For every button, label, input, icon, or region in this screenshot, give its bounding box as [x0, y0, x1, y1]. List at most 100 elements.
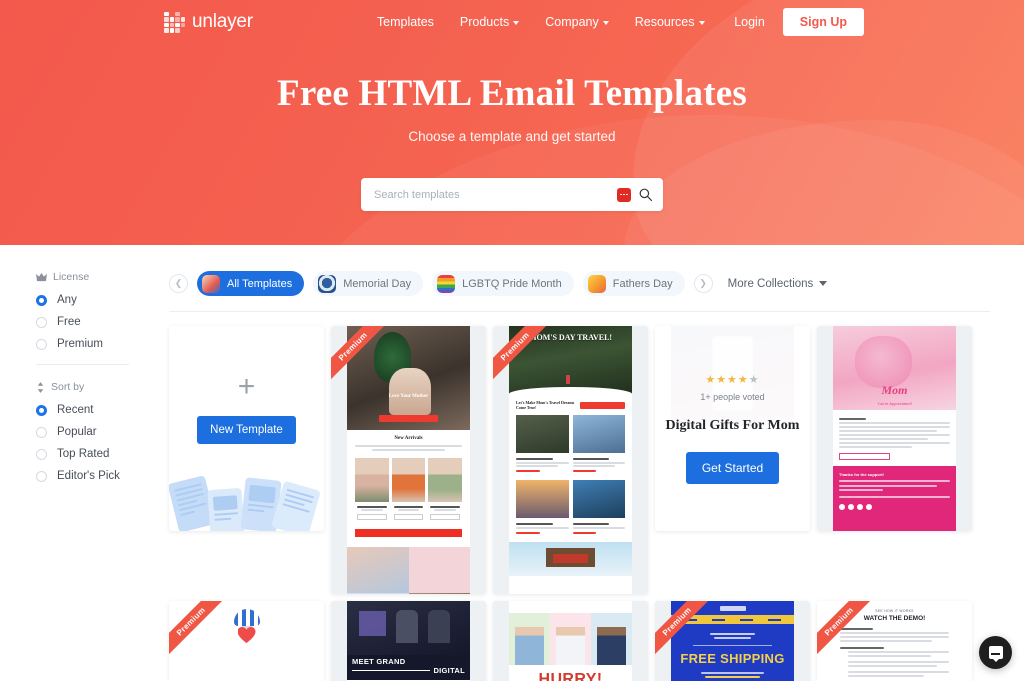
- chevron-right-icon[interactable]: ❯: [693, 274, 713, 293]
- chevron-down-icon: [602, 21, 609, 25]
- license-option-any-label: Any: [57, 294, 77, 306]
- collection-chip-label: LGBTQ Pride Month: [462, 277, 562, 290]
- radio-indicator[interactable]: [36, 338, 47, 350]
- template-thumbnail: Mom You're Appreciated! Thanks for the s…: [833, 326, 956, 531]
- template-thumbnail: MEET GRAND DIGITAL CONFERENCE: [347, 601, 470, 681]
- nav-item-products[interactable]: Products: [459, 15, 520, 29]
- nav-actions: Login Sign Up: [734, 8, 864, 36]
- template-preview: MOM'S DAY TRAVEL! Let's Make Mom's Trave…: [509, 326, 632, 594]
- pride-month-icon: [437, 274, 456, 293]
- collection-chip-lgbtq-pride-month[interactable]: LGBTQ Pride Month: [432, 271, 574, 296]
- collection-chip-all-templates[interactable]: All Templates: [197, 271, 305, 296]
- login-link[interactable]: Login: [734, 15, 765, 29]
- template-preview: MEET GRAND DIGITAL CONFERENCE: [347, 601, 470, 681]
- radio-indicator[interactable]: [36, 448, 47, 460]
- chevron-left-icon[interactable]: ❮: [169, 274, 188, 293]
- sort-option-recent-label: Recent: [57, 404, 94, 416]
- nav-item-company[interactable]: Company: [545, 15, 609, 29]
- new-template-card[interactable]: + New Template: [169, 326, 324, 531]
- chat-widget-button[interactable]: [979, 636, 1012, 669]
- nav-item-company-label: Company: [545, 15, 599, 29]
- collection-chip-label: Fathers Day: [612, 277, 673, 290]
- collection-chip-memorial-day[interactable]: Memorial Day: [313, 271, 424, 296]
- template-thumbnail: Love Your Mother New Arrivals: [347, 326, 470, 594]
- rating-stars: ★★★★★: [705, 374, 760, 386]
- search-bar[interactable]: [361, 178, 663, 211]
- pixel-grid-logo-icon: [164, 11, 185, 33]
- preview-headline2: DIGITAL: [433, 666, 465, 675]
- chevron-down-icon: [698, 21, 705, 25]
- license-option-premium-label: Premium: [57, 338, 104, 350]
- template-title: Digital Gifts For Mom: [665, 418, 800, 433]
- brand-name: unlayer: [192, 11, 253, 32]
- template-card[interactable]: HURRY!: [493, 601, 648, 681]
- preview-headline: HURRY!: [538, 671, 603, 681]
- preview-headline: WATCH THE DEMO!: [863, 615, 926, 622]
- get-started-button[interactable]: Get Started: [685, 452, 780, 484]
- sort-filter-label: Sort by: [51, 381, 85, 393]
- sort-option-top-rated[interactable]: Top Rated: [36, 448, 163, 460]
- license-option-premium[interactable]: Premium: [36, 338, 163, 350]
- primary-nav: Templates Products Company Resources: [377, 15, 705, 29]
- preview-section-title: Let's Make Mom's Travel Dreams Come True…: [516, 400, 575, 411]
- page-title: Free HTML Email Templates: [277, 73, 747, 114]
- sort-option-editors-pick[interactable]: Editor's Pick: [36, 470, 163, 482]
- template-card[interactable]: Premium Love Your Mother New Arrivals: [331, 326, 486, 594]
- preview-headline: FREE SHIPPING: [680, 651, 785, 666]
- top-navbar: unlayer Templates Products Company Resou…: [0, 0, 1024, 44]
- nav-item-templates[interactable]: Templates: [377, 15, 434, 29]
- chat-bubble-icon: [988, 646, 1003, 662]
- template-preview: Mom You're Appreciated! Thanks for the s…: [833, 326, 956, 531]
- radio-indicator[interactable]: [36, 294, 47, 306]
- nav-item-resources-label: Resources: [634, 15, 695, 29]
- hero-section: unlayer Templates Products Company Resou…: [0, 0, 1024, 245]
- template-card[interactable]: MEET GRAND DIGITAL CONFERENCE: [331, 601, 486, 681]
- sort-option-top-rated-label: Top Rated: [57, 448, 110, 460]
- new-template-button[interactable]: New Template: [197, 416, 296, 444]
- template-card[interactable]: Premium MOM'S DAY TRAVEL! Let's Make Mom…: [493, 326, 648, 594]
- preview-section-title: Thanks for the support!: [839, 472, 884, 477]
- nav-item-products-label: Products: [459, 15, 510, 29]
- license-option-free-label: Free: [57, 316, 81, 328]
- radio-indicator[interactable]: [36, 470, 47, 482]
- hero-body: Free HTML Email Templates Choose a templ…: [0, 44, 1024, 211]
- template-card[interactable]: Premium SEE HOW IT WORKS WATCH THE DEMO!: [817, 601, 972, 681]
- nav-item-resources[interactable]: Resources: [635, 15, 705, 29]
- template-card[interactable]: Premium Gift Ideas MOTHER'S DAY: [169, 601, 324, 681]
- sort-option-recent[interactable]: Recent: [36, 404, 163, 416]
- new-template-body: + New Template: [169, 326, 324, 444]
- all-templates-icon: [202, 274, 220, 293]
- sort-option-editors-pick-label: Editor's Pick: [57, 470, 120, 482]
- radio-indicator[interactable]: [36, 404, 47, 416]
- preview-headline: MEET GRAND: [352, 657, 406, 666]
- template-thumbnail: HURRY!: [509, 601, 632, 681]
- license-option-free[interactable]: Free: [36, 316, 163, 328]
- template-card[interactable]: Premium FREE SHIPPING: [655, 601, 810, 681]
- brand-logo[interactable]: unlayer: [164, 11, 253, 33]
- memorial-day-icon: [318, 274, 337, 293]
- templates-main: ❮ All Templates Memorial Day LGBTQ Pride…: [163, 245, 1024, 681]
- search-icon[interactable]: [638, 187, 653, 202]
- signup-button[interactable]: Sign Up: [782, 8, 864, 36]
- license-filter-label: License: [53, 271, 90, 283]
- sidebar-divider: [36, 364, 129, 365]
- more-collections-dropdown[interactable]: More Collections: [728, 278, 828, 290]
- red-tag-icon: [617, 187, 631, 202]
- sort-option-popular-label: Popular: [57, 426, 97, 438]
- license-option-any[interactable]: Any: [36, 294, 163, 306]
- collection-chip-fathers-day[interactable]: Fathers Day: [582, 271, 685, 296]
- template-card-hovered[interactable]: ★★★★★ 1+ people voted Digital Gifts For …: [655, 326, 810, 531]
- license-filter-header: License: [36, 271, 163, 283]
- search-input[interactable]: [374, 188, 617, 201]
- template-hover-overlay: ★★★★★ 1+ people voted Digital Gifts For …: [655, 326, 810, 531]
- radio-indicator[interactable]: [36, 316, 47, 328]
- radio-indicator[interactable]: [36, 426, 47, 438]
- sort-arrows-icon: [37, 381, 44, 393]
- preview-headline: Love Your Mother: [388, 393, 429, 399]
- collections-bar: ❮ All Templates Memorial Day LGBTQ Pride…: [169, 271, 990, 312]
- template-card[interactable]: Mom You're Appreciated! Thanks for the s…: [817, 326, 972, 531]
- preview-headline: Mom: [881, 383, 908, 398]
- balloon-heart-icon: [233, 609, 260, 643]
- fathers-day-icon: [587, 274, 606, 293]
- sort-option-popular[interactable]: Popular: [36, 426, 163, 438]
